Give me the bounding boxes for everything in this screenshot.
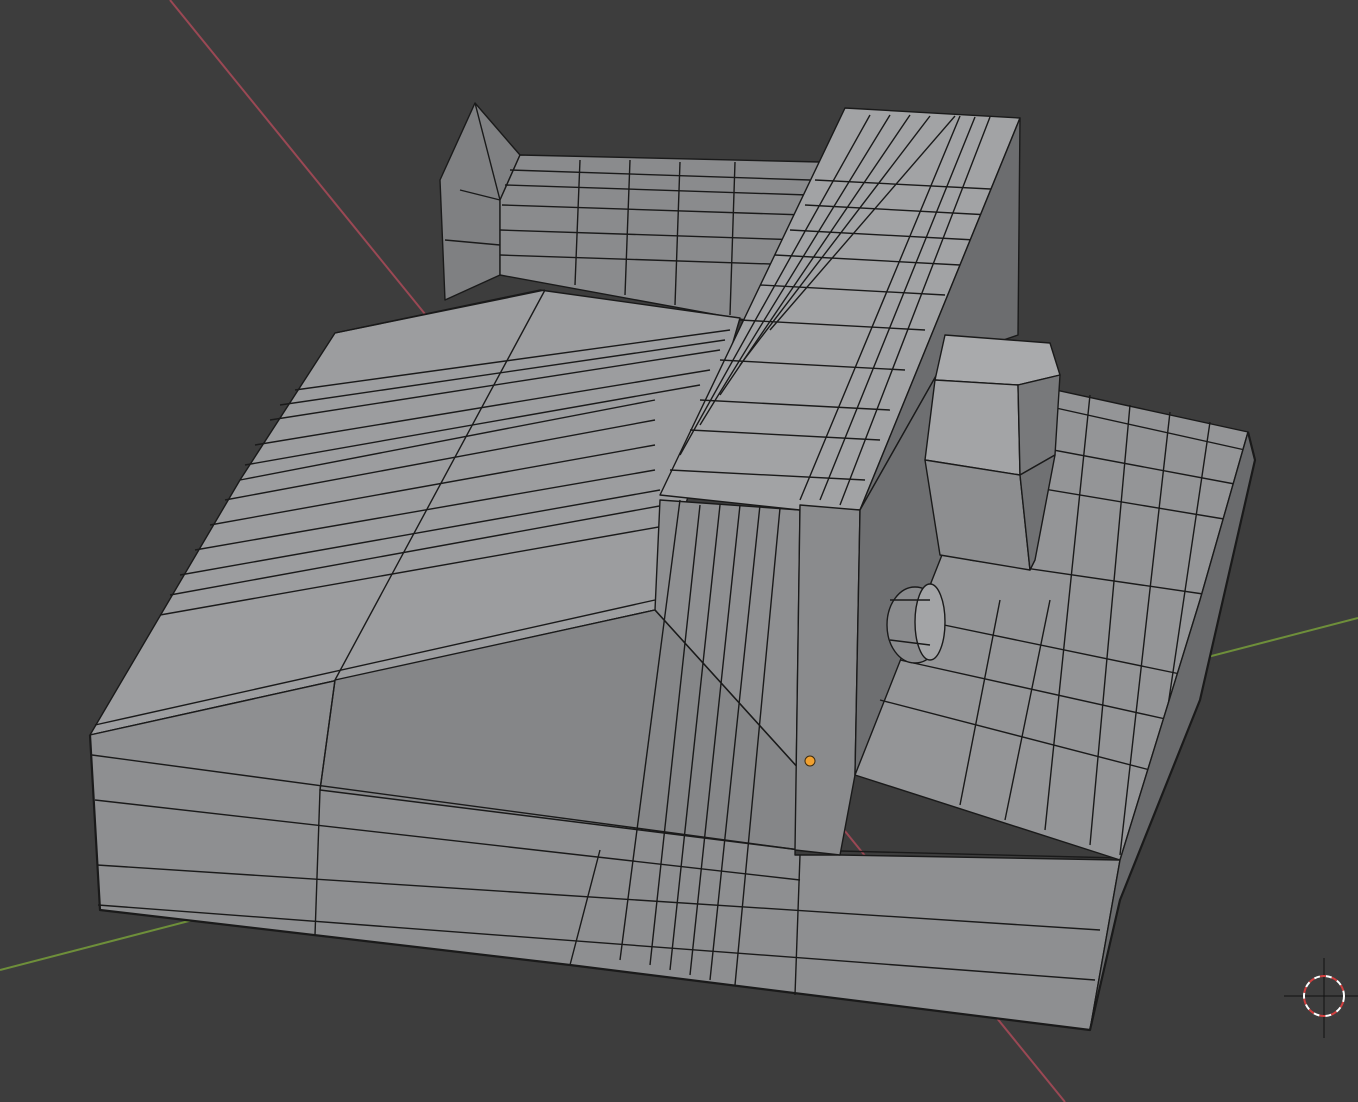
- object-origin-icon[interactable]: [804, 755, 816, 767]
- cylinder-button-cap: [914, 583, 946, 661]
- lens-cube-front: [924, 379, 1021, 476]
- block-front-face: [794, 504, 861, 856]
- 3d-viewport[interactable]: [0, 0, 1358, 1102]
- lens-cube-bottom: [924, 459, 1031, 571]
- lens-cube-top: [934, 334, 1061, 386]
